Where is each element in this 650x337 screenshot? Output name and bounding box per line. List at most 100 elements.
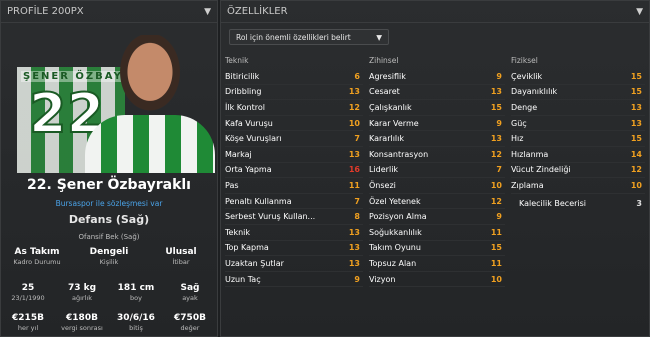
attribute-row[interactable]: Uzaktan Şutlar 13 <box>225 256 363 272</box>
attribute-value: 14 <box>630 149 642 159</box>
attribute-value: 9 <box>496 71 502 81</box>
attribute-row[interactable]: Kararlılık 13 <box>369 131 505 147</box>
attribute-value: 11 <box>490 258 502 268</box>
chevron-down-icon: ▼ <box>376 32 382 42</box>
attribute-name: Uzun Taç <box>225 274 261 284</box>
attribute-row[interactable]: Güç 13 <box>511 116 645 132</box>
personality: Dengeli Kişilik <box>89 247 129 266</box>
attribute-row[interactable]: Kafa Vuruşu 10 <box>225 116 363 132</box>
contract-expiry: 30/6/16 bitiş <box>117 313 155 332</box>
attribute-row[interactable]: Konsantrasyon 12 <box>369 147 505 163</box>
attribute-row[interactable]: Topsuz Alan 11 <box>369 256 505 272</box>
technical-title: Teknik <box>225 56 249 65</box>
attribute-name: Cesaret <box>369 87 400 97</box>
player-position: Defans (Sağ) <box>68 213 150 226</box>
attribute-value: 3 <box>636 199 642 209</box>
attribute-row[interactable]: Pas 11 <box>225 178 363 194</box>
attribute-value: 12 <box>630 165 642 175</box>
chevron-down-icon[interactable]: ▼ <box>204 7 211 17</box>
attribute-value: 15 <box>490 243 502 253</box>
attribute-row[interactable]: Takım Oyunu 15 <box>369 241 505 257</box>
attribute-name: Köşe Vuruşları <box>225 134 282 144</box>
preferred-foot: Sağ ayak <box>180 283 200 302</box>
profile-panel-title: PROFİLE 200PX <box>7 6 84 17</box>
attribute-name: Güç <box>511 118 527 128</box>
attribute-row[interactable]: Hızlanma 14 <box>511 147 645 163</box>
chevron-down-icon[interactable]: ▼ <box>636 7 643 17</box>
attribute-row[interactable]: Markaj 13 <box>225 147 363 163</box>
info-row-physical: 25 23/1/1990 73 kg ağırlık 181 cm boy Sağ ay… <box>1 283 217 302</box>
attribute-value: 13 <box>348 227 360 237</box>
attribute-row[interactable]: Soğukkanlılık 11 <box>369 225 505 241</box>
wage: €215B her yıl <box>12 313 44 332</box>
attribute-row[interactable]: Uzun Taç 9 <box>225 272 363 288</box>
player-portrait: ŞENER ÖZBAYR 22 <box>1 23 217 173</box>
attribute-name: Dribbling <box>225 87 262 97</box>
attribute-row[interactable]: Önsezi 10 <box>369 178 505 194</box>
attribute-value: 10 <box>630 180 642 190</box>
attribute-value: 13 <box>348 87 360 97</box>
attribute-row[interactable]: Hız 15 <box>511 131 645 147</box>
attribute-name: Vizyon <box>369 274 396 284</box>
attribute-value: 13 <box>630 118 642 128</box>
attribute-row[interactable]: Penaltı Kullanma 7 <box>225 194 363 210</box>
attribute-row[interactable]: Vücut Zindeliği 12 <box>511 163 645 179</box>
attribute-row[interactable]: Cesaret 13 <box>369 85 505 101</box>
attribute-name: Özel Yetenek <box>369 196 421 206</box>
attribute-name: Önsezi <box>369 180 396 190</box>
attribute-row[interactable]: Özel Yetenek 12 <box>369 194 505 210</box>
attribute-row[interactable]: Teknik 13 <box>225 225 363 241</box>
attribute-name: Vücut Zindeliği <box>511 165 571 175</box>
player-role: Ofansif Bek (Sağ) <box>78 233 140 241</box>
attribute-row[interactable]: Karar Verme 9 <box>369 116 505 132</box>
attribute-row[interactable]: Çalışkanlık 15 <box>369 100 505 116</box>
attribute-row[interactable]: Dribbling 13 <box>225 85 363 101</box>
attribute-row[interactable]: Zıplama 10 <box>511 178 645 194</box>
attribute-value: 13 <box>348 258 360 268</box>
attribute-row[interactable]: Köşe Vuruşları 7 <box>225 131 363 147</box>
player-face-image <box>115 35 185 117</box>
attribute-value: 12 <box>490 196 502 206</box>
attribute-name: Liderlik <box>369 165 399 175</box>
attribute-row[interactable]: Dayanıklılık 15 <box>511 85 645 101</box>
attribute-row[interactable]: Vizyon 10 <box>369 272 505 288</box>
attribute-row[interactable]: Liderlik 7 <box>369 163 505 179</box>
attribute-row[interactable]: İlk Kontrol 12 <box>225 100 363 116</box>
attribute-name: Markaj <box>225 149 252 159</box>
role-highlight-dropdown[interactable]: Rol için önemli özellikleri belirt ▼ <box>229 29 389 45</box>
attribute-name: Dayanıklılık <box>511 87 558 97</box>
goalkeeping-rating-row[interactable]: Kalecilik Becerisi 3 <box>511 196 645 212</box>
attribute-name: Top Kapma <box>225 243 269 253</box>
attribute-value: 11 <box>348 180 360 190</box>
attribute-name: Topsuz Alan <box>369 258 417 268</box>
contract-link[interactable]: Bursaspor ile sözleşmesi var <box>1 199 217 208</box>
attribute-row[interactable]: Agresiflik 9 <box>369 69 505 85</box>
attribute-name: Bitiricilik <box>225 71 260 81</box>
age: 25 23/1/1990 <box>11 283 45 302</box>
attribute-name: Karar Verme <box>369 118 419 128</box>
attribute-row[interactable]: Bitiricilik 6 <box>225 69 363 85</box>
attribute-value: 7 <box>496 165 502 175</box>
attribute-row[interactable]: Pozisyon Alma 9 <box>369 209 505 225</box>
attribute-row[interactable]: Çeviklik 15 <box>511 69 645 85</box>
attribute-name: Hızlanma <box>511 149 549 159</box>
role-highlight-label: Rol için önemli özellikleri belirt <box>236 32 351 42</box>
attribute-row[interactable]: Serbest Vuruş Kullan... 8 <box>225 209 363 225</box>
attribute-value: 9 <box>496 212 502 222</box>
mental-column: Zihinsel Agresiflik 9 Cesaret 13 Çalışkanlık… <box>369 56 505 288</box>
attribute-row[interactable]: Denge 13 <box>511 100 645 116</box>
attribute-name: Orta Yapma <box>225 165 272 175</box>
profile-panel: PROFİLE 200PX ▼ ŞENER ÖZBAYR 22 22. Şene… <box>0 0 218 337</box>
attribute-name: Çalışkanlık <box>369 102 412 112</box>
attribute-row[interactable]: Orta Yapma 16 <box>225 163 363 179</box>
attribute-name: Hız <box>511 134 524 144</box>
attributes-panel: ÖZELLİKLER ▼ Rol için önemli özellikleri… <box>220 0 650 337</box>
attribute-name: Çeviklik <box>511 71 543 81</box>
profile-panel-header: PROFİLE 200PX ▼ <box>1 1 217 23</box>
attribute-name: Takım Oyunu <box>369 243 421 253</box>
squad-status: As Takım Kadro Durumu <box>13 247 61 266</box>
attribute-name: Kafa Vuruşu <box>225 118 273 128</box>
attribute-value: 6 <box>354 71 360 81</box>
attribute-value: 11 <box>490 227 502 237</box>
attribute-row[interactable]: Top Kapma 13 <box>225 241 363 257</box>
